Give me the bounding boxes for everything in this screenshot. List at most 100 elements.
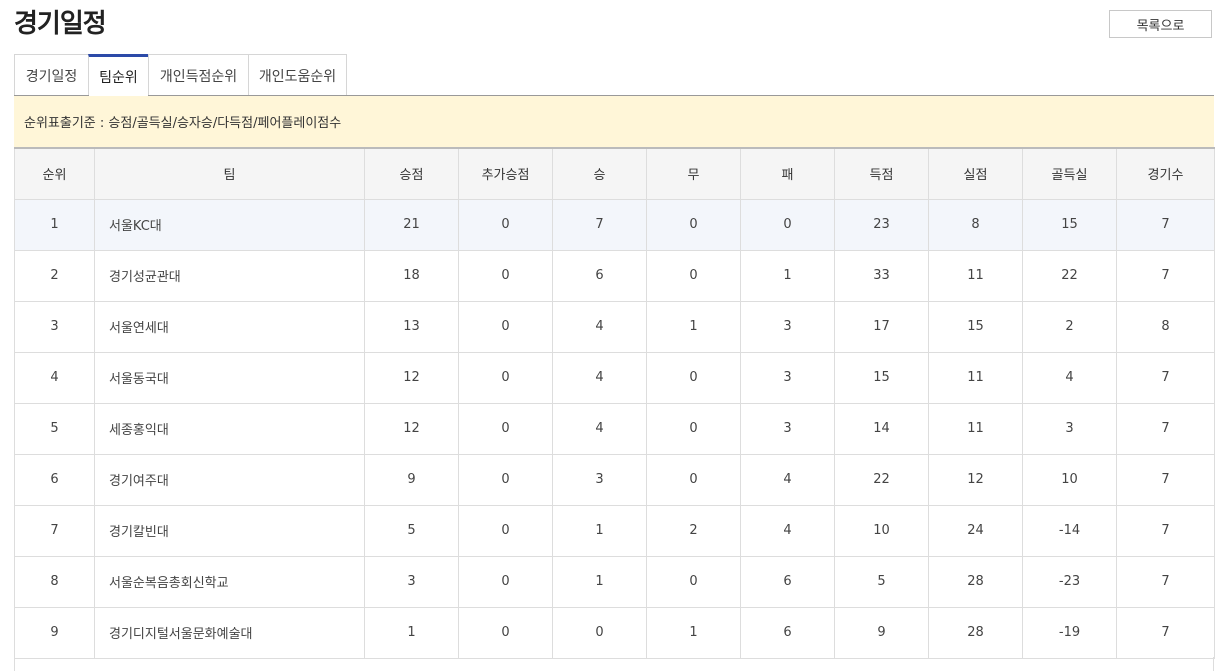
list-button[interactable]: 목록으로: [1109, 10, 1212, 38]
cell-team: 경기디지털서울문화예술대: [94, 606, 365, 659]
cell-goals-against: 28: [928, 555, 1023, 608]
cell-losses: 0: [740, 198, 835, 251]
cell-goals-for: 22: [834, 453, 929, 506]
cell-points: 13: [364, 300, 459, 353]
cell-goal-difference: -14: [1022, 504, 1117, 557]
table-continuation: [14, 657, 1214, 671]
cell-wins: 4: [552, 402, 647, 455]
cell-bonus-points: 0: [458, 249, 553, 302]
cell-points: 1: [364, 606, 459, 659]
cell-rank: 8: [14, 555, 95, 608]
header-wins: 승: [552, 147, 647, 200]
cell-bonus-points: 0: [458, 300, 553, 353]
cell-team: 서울순복음총회신학교: [94, 555, 365, 608]
cell-draws: 2: [646, 504, 741, 557]
cell-rank: 4: [14, 351, 95, 404]
header-points: 승점: [364, 147, 459, 200]
cell-wins: 6: [552, 249, 647, 302]
table-row: 6 경기여주대 9 0 3 0 4 22 12 10 7: [14, 453, 1215, 506]
cell-goals-for: 23: [834, 198, 929, 251]
cell-team: 서울동국대: [94, 351, 365, 404]
cell-goals-for: 17: [834, 300, 929, 353]
cell-goal-difference: 3: [1022, 402, 1117, 455]
cell-bonus-points: 0: [458, 402, 553, 455]
cell-team: 경기여주대: [94, 453, 365, 506]
cell-goals-against: 15: [928, 300, 1023, 353]
tab-team-ranking[interactable]: 팀순위: [88, 54, 149, 97]
table-row: 8 서울순복음총회신학교 3 0 1 0 6 5 28 -23 7: [14, 555, 1215, 608]
header-losses: 패: [740, 147, 835, 200]
cell-goal-difference: 15: [1022, 198, 1117, 251]
standings-body: 1 서울KC대 21 0 7 0 0 23 8 15 7 2 경기성균관대 18 0 6 0 1 33 11 22 7 3 서…: [14, 198, 1215, 659]
cell-points: 12: [364, 402, 459, 455]
cell-games-played: 7: [1116, 198, 1215, 251]
cell-goal-difference: 2: [1022, 300, 1117, 353]
table-row: 3 서울연세대 13 0 4 1 3 17 15 2 8: [14, 300, 1215, 353]
cell-points: 9: [364, 453, 459, 506]
cell-draws: 1: [646, 300, 741, 353]
cell-goals-for: 5: [834, 555, 929, 608]
cell-goal-difference: 22: [1022, 249, 1117, 302]
table-header-row: 순위 팀 승점 추가승점 승 무 패 득점 실점 골득실 경기수: [14, 147, 1215, 200]
cell-goals-against: 28: [928, 606, 1023, 659]
cell-bonus-points: 0: [458, 198, 553, 251]
cell-goals-for: 15: [834, 351, 929, 404]
cell-rank: 2: [14, 249, 95, 302]
cell-games-played: 8: [1116, 300, 1215, 353]
cell-team: 경기칼빈대: [94, 504, 365, 557]
cell-goals-against: 11: [928, 351, 1023, 404]
header-team: 팀: [94, 147, 365, 200]
tab-bar: 경기일정 팀순위 개인득점순위 개인도움순위: [14, 54, 347, 97]
cell-losses: 6: [740, 606, 835, 659]
cell-draws: 0: [646, 453, 741, 506]
cell-wins: 3: [552, 453, 647, 506]
header-goals-for: 득점: [834, 147, 929, 200]
cell-points: 21: [364, 198, 459, 251]
cell-goals-against: 11: [928, 402, 1023, 455]
cell-games-played: 7: [1116, 606, 1215, 659]
cell-goals-for: 33: [834, 249, 929, 302]
cell-bonus-points: 0: [458, 351, 553, 404]
cell-goals-for: 14: [834, 402, 929, 455]
cell-wins: 4: [552, 351, 647, 404]
cell-points: 12: [364, 351, 459, 404]
cell-goal-difference: -23: [1022, 555, 1117, 608]
cell-goal-difference: -19: [1022, 606, 1117, 659]
cell-losses: 4: [740, 504, 835, 557]
cell-team: 서울연세대: [94, 300, 365, 353]
cell-losses: 6: [740, 555, 835, 608]
cell-losses: 1: [740, 249, 835, 302]
cell-games-played: 7: [1116, 249, 1215, 302]
header-games-played: 경기수: [1116, 147, 1215, 200]
cell-losses: 3: [740, 351, 835, 404]
header-rank: 순위: [14, 147, 95, 200]
cell-wins: 7: [552, 198, 647, 251]
table-row: 5 세종홍익대 12 0 4 0 3 14 11 3 7: [14, 402, 1215, 455]
cell-goals-for: 9: [834, 606, 929, 659]
cell-rank: 5: [14, 402, 95, 455]
cell-goals-for: 10: [834, 504, 929, 557]
cell-draws: 1: [646, 606, 741, 659]
cell-rank: 6: [14, 453, 95, 506]
tab-individual-assists[interactable]: 개인도움순위: [248, 54, 347, 96]
cell-goals-against: 8: [928, 198, 1023, 251]
page-title: 경기일정: [14, 9, 107, 39]
cell-bonus-points: 0: [458, 606, 553, 659]
cell-games-played: 7: [1116, 402, 1215, 455]
tab-schedule[interactable]: 경기일정: [14, 54, 89, 96]
cell-team: 서울KC대: [94, 198, 365, 251]
tab-individual-scoring[interactable]: 개인득점순위: [148, 54, 249, 96]
cell-team: 세종홍익대: [94, 402, 365, 455]
cell-losses: 3: [740, 402, 835, 455]
cell-draws: 0: [646, 555, 741, 608]
cell-wins: 4: [552, 300, 647, 353]
cell-rank: 1: [14, 198, 95, 251]
cell-rank: 7: [14, 504, 95, 557]
page: 경기일정 목록으로 경기일정 팀순위 개인득점순위 개인도움순위 순위표출기준 …: [0, 0, 1229, 671]
cell-wins: 1: [552, 504, 647, 557]
cell-games-played: 7: [1116, 351, 1215, 404]
header-goals-against: 실점: [928, 147, 1023, 200]
table-row: 7 경기칼빈대 5 0 1 2 4 10 24 -14 7: [14, 504, 1215, 557]
cell-points: 5: [364, 504, 459, 557]
header-bonus-points: 추가승점: [458, 147, 553, 200]
